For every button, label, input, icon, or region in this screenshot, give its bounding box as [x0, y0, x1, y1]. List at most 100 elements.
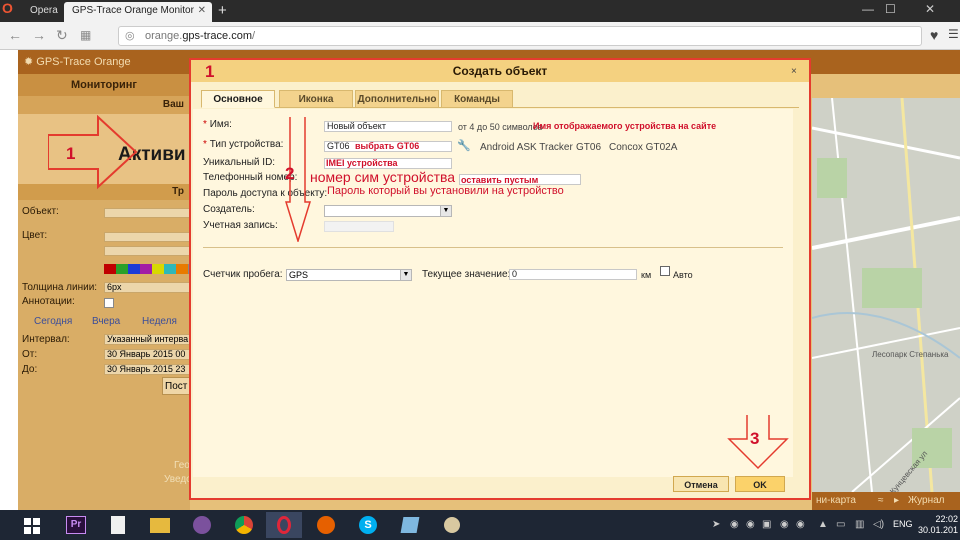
- firefox-icon[interactable]: [308, 512, 344, 538]
- tab-advanced[interactable]: Дополнительно: [355, 90, 439, 108]
- file-explorer-icon[interactable]: [142, 512, 178, 538]
- dialog-body: * Имя: Новый объект от 4 до 50 символов …: [193, 109, 793, 492]
- build-button[interactable]: Пост: [162, 377, 192, 395]
- menu-icon[interactable]: ☰: [948, 27, 959, 41]
- suggestion-android[interactable]: Android ASK Tracker: [480, 142, 573, 153]
- language-indicator[interactable]: ENG: [893, 519, 913, 529]
- tab-week[interactable]: Неделя: [142, 314, 177, 329]
- color-swatch[interactable]: [116, 264, 128, 274]
- close-tab-icon[interactable]: ✕: [198, 5, 206, 16]
- back-icon[interactable]: ←: [8, 27, 22, 43]
- ok-button[interactable]: OK: [735, 476, 785, 492]
- network-icon[interactable]: ▥: [855, 519, 864, 530]
- name-annotation: Имя отображаемого устройства на сайте: [533, 121, 717, 131]
- color-swatch[interactable]: [152, 264, 164, 274]
- navigation-bar: ← → ↻ ▦ ◎ orange.gps-trace.com/ ♥ ☰: [0, 22, 960, 50]
- reload-icon[interactable]: ↻: [56, 27, 68, 44]
- tab-monitoring[interactable]: Мониторинг: [18, 74, 190, 96]
- tray-icon[interactable]: ▣: [762, 519, 771, 530]
- volume-icon[interactable]: ◁): [873, 519, 884, 530]
- wrench-icon[interactable]: 🔧: [457, 139, 471, 152]
- uid-annotation: IMEI устройства: [326, 158, 398, 168]
- tab-main[interactable]: Основное: [201, 90, 275, 108]
- chrome-icon[interactable]: [226, 512, 262, 538]
- tab-opera[interactable]: Opera: [22, 2, 62, 22]
- creator-select[interactable]: ▼: [324, 205, 452, 217]
- premiere-icon[interactable]: Pr: [58, 512, 94, 538]
- annotations-checkbox[interactable]: [104, 298, 114, 308]
- suggestion-gt02a[interactable]: Concox GT02A: [609, 142, 677, 153]
- from-input[interactable]: 30 Январь 2015 00: [104, 349, 190, 360]
- tab-today[interactable]: Сегодня: [34, 314, 72, 329]
- current-value-input[interactable]: 0: [509, 269, 637, 280]
- color-swatch[interactable]: [176, 264, 188, 274]
- tab-yesterday[interactable]: Вчера: [92, 314, 120, 329]
- from-label: От:: [22, 349, 38, 360]
- log-icon[interactable]: ▸: [894, 495, 899, 506]
- color-swatch[interactable]: [104, 264, 116, 274]
- tray-icon[interactable]: ▲: [818, 519, 828, 530]
- speed-dial-icon[interactable]: ▦: [80, 28, 91, 42]
- color-field[interactable]: [104, 232, 190, 242]
- phone-label: Телефонный номер:: [203, 172, 298, 183]
- windows-start-icon[interactable]: [24, 518, 40, 534]
- mini-map-link[interactable]: ни-карта: [816, 495, 856, 506]
- suggestion-gt06[interactable]: GT06: [576, 142, 601, 153]
- interval-select[interactable]: Указанный интерва: [104, 334, 190, 345]
- forward-icon[interactable]: →: [32, 27, 46, 43]
- close-window-icon[interactable]: ✕: [925, 2, 935, 16]
- minimize-icon[interactable]: —: [862, 2, 874, 16]
- map[interactable]: Лесопарк Степанька Кунцевская ул: [812, 98, 960, 492]
- skype-icon[interactable]: S: [350, 512, 386, 538]
- name-label: * Имя:: [203, 119, 232, 130]
- chevron-down-icon: ▼: [400, 270, 411, 280]
- tray-icon[interactable]: ◉: [730, 519, 739, 530]
- tab-label: Opera: [30, 5, 58, 16]
- tab-commands[interactable]: Команды: [441, 90, 513, 108]
- object-select[interactable]: [104, 208, 190, 218]
- taskbar: Pr S ➤ ◉ ◉ ▣ ◉ ◉ ▲ ▭ ▥ ◁) ENG 22:02 30.0…: [0, 510, 960, 540]
- journal-link[interactable]: Журнал: [908, 495, 945, 506]
- address-bar[interactable]: ◎ orange.gps-trace.com/: [118, 26, 922, 46]
- expand-icon[interactable]: ≈: [878, 495, 884, 506]
- cancel-button[interactable]: Отмена: [673, 476, 729, 492]
- unit-label: км: [641, 270, 652, 280]
- geo-label: Гео: [174, 460, 190, 471]
- to-input[interactable]: 30 Январь 2015 23: [104, 364, 190, 375]
- heart-icon[interactable]: ♥: [930, 27, 938, 43]
- color-swatch[interactable]: [128, 264, 140, 274]
- creator-label: Создатель:: [203, 204, 255, 215]
- color-swatch[interactable]: [140, 264, 152, 274]
- tray-icon[interactable]: ◉: [796, 519, 805, 530]
- color-swatch[interactable]: [164, 264, 176, 274]
- paint-icon[interactable]: [434, 512, 470, 538]
- name-input[interactable]: Новый объект: [324, 121, 452, 132]
- tray-icon[interactable]: ◉: [746, 519, 755, 530]
- map-label: Лесопарк Степанька: [872, 350, 949, 359]
- viber-icon[interactable]: [184, 512, 220, 538]
- tray-icon[interactable]: ◉: [780, 519, 789, 530]
- object-label: Объект:: [22, 206, 59, 217]
- telegram-tray-icon[interactable]: ➤: [712, 519, 720, 530]
- close-icon[interactable]: ×: [791, 66, 797, 77]
- opera-logo-icon[interactable]: O: [0, 0, 20, 22]
- device-type-label: * Тип устройства:: [203, 139, 284, 150]
- map-toolbar: ни-карта ≈ ▸ Журнал: [812, 492, 960, 510]
- mileage-select[interactable]: GPS ▼: [286, 269, 412, 281]
- maximize-icon[interactable]: ☐: [885, 2, 896, 16]
- notepad-icon[interactable]: [392, 512, 428, 538]
- auto-checkbox[interactable]: [660, 266, 670, 276]
- phone-annotation-empty: оставить пустым: [461, 175, 539, 185]
- tab-icon[interactable]: Иконка: [279, 90, 353, 108]
- create-object-dialog: Создать объект 1 × Основное Иконка Допол…: [189, 58, 811, 500]
- map-roads: [812, 98, 960, 492]
- new-tab-icon[interactable]: +: [218, 2, 227, 19]
- document-icon[interactable]: [100, 512, 136, 538]
- line-width-select[interactable]: 6px: [104, 282, 190, 293]
- clock[interactable]: 22:02 30.01.201: [918, 514, 958, 536]
- annotation-arrow-1: [48, 115, 138, 190]
- clock-date: 30.01.201: [918, 525, 959, 535]
- opera-taskbar-icon[interactable]: [266, 512, 302, 538]
- tab-gps-trace[interactable]: GPS-Trace Orange Monitor ✕: [64, 2, 212, 22]
- tray-icon[interactable]: ▭: [836, 519, 845, 530]
